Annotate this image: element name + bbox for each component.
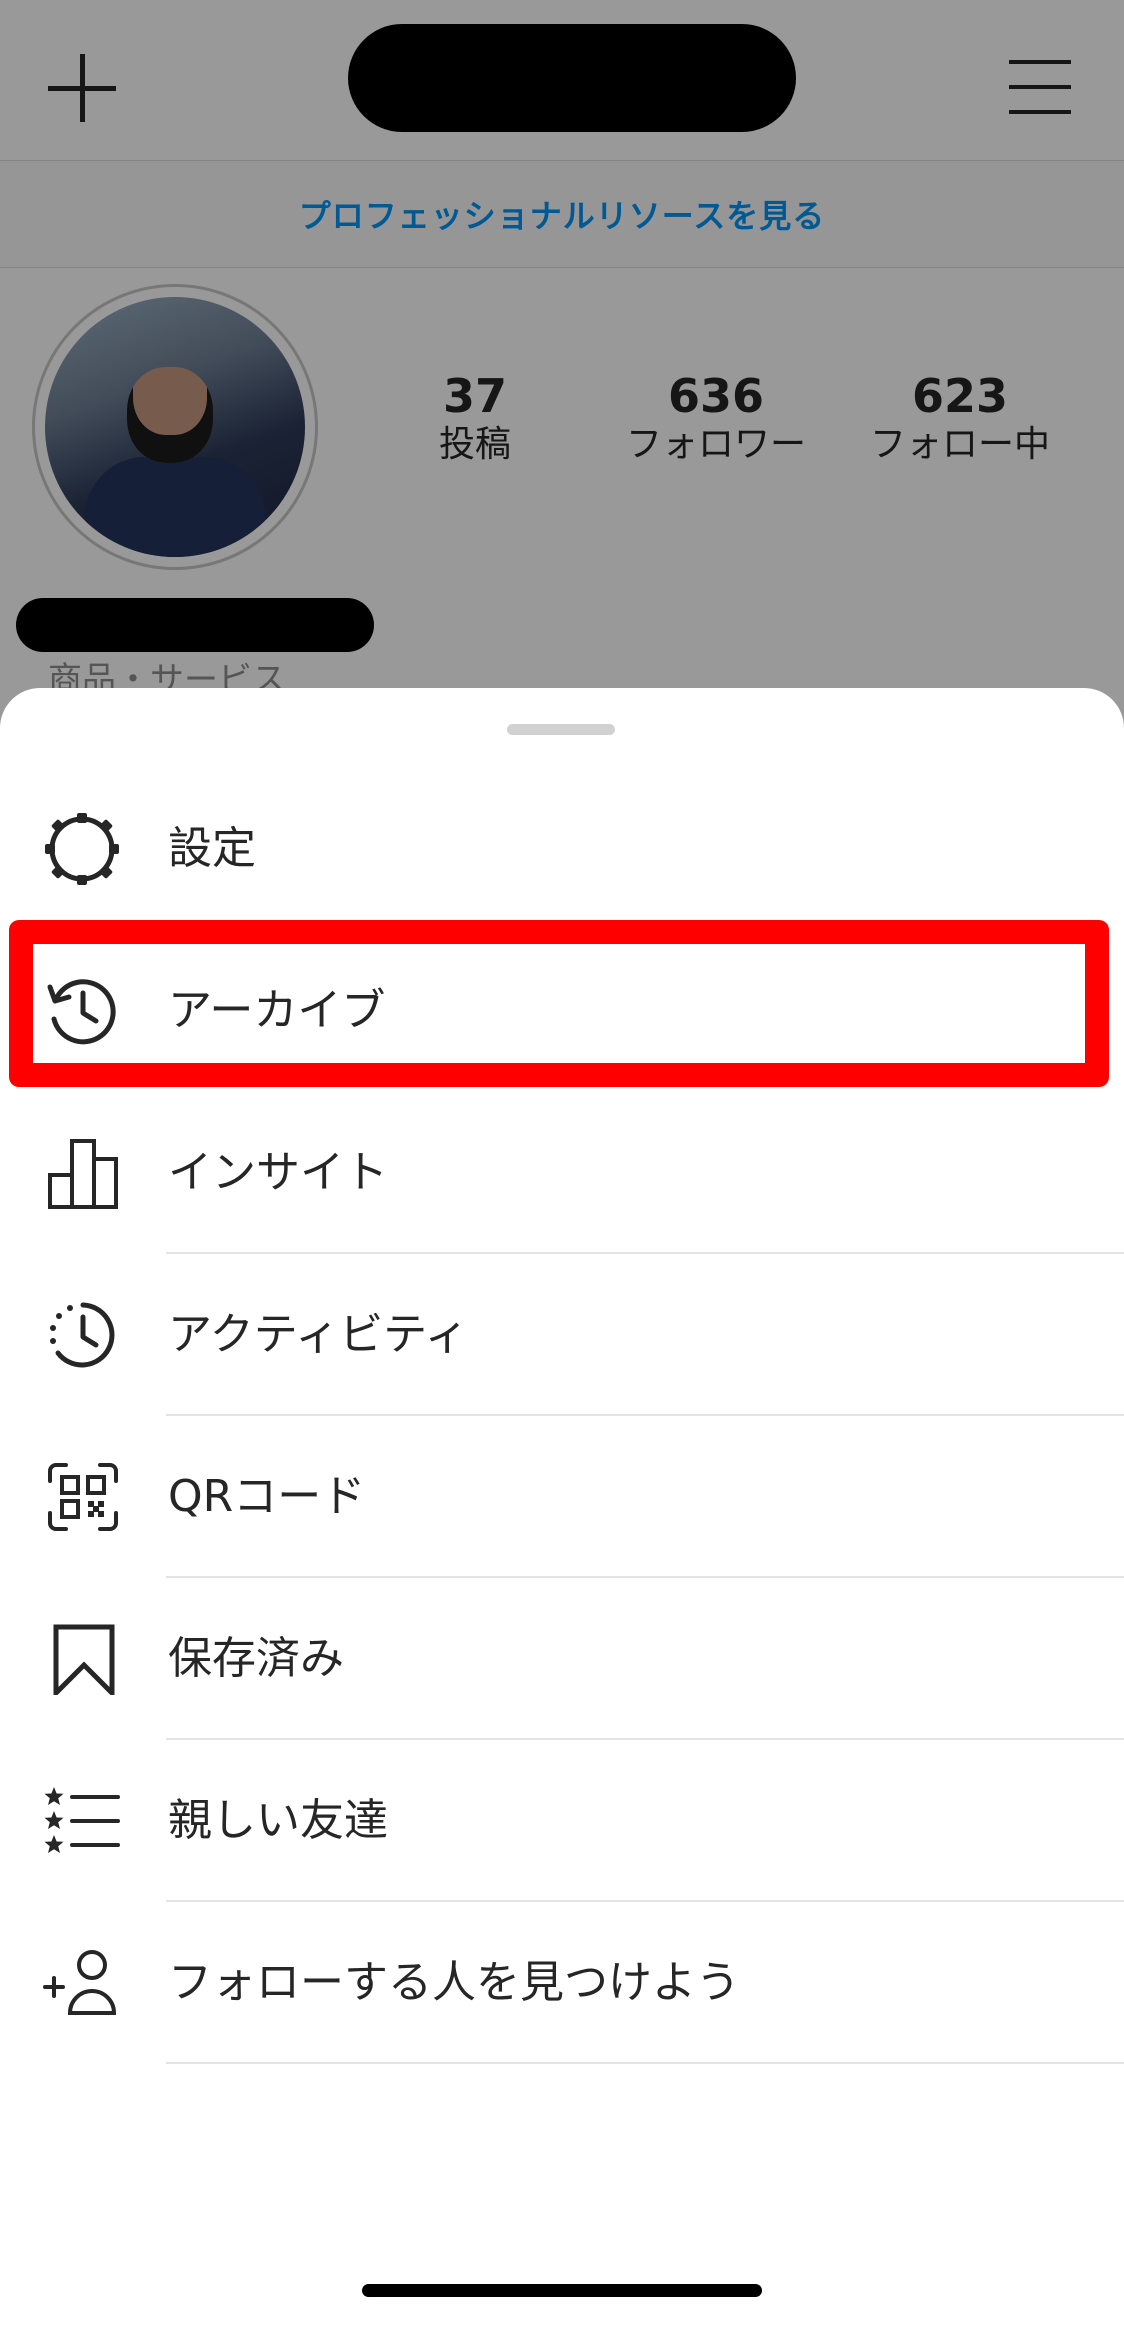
menu-item-archive[interactable]: アーカイブ <box>0 930 1124 1092</box>
bookmark-icon <box>42 1623 124 1695</box>
menu-item-activity[interactable]: アクティビティ <box>0 1254 1124 1416</box>
menu-item-label: 保存済み <box>168 1633 344 1684</box>
menu-item-label: アーカイブ <box>168 985 386 1036</box>
menu-item-saved[interactable]: 保存済み <box>0 1578 1124 1740</box>
menu-item-close-friends[interactable]: 親しい友達 <box>0 1740 1124 1902</box>
menu-item-qr-code[interactable]: QRコード <box>0 1416 1124 1578</box>
qr-code-icon <box>42 1461 124 1533</box>
menu-item-label: QRコード <box>168 1471 366 1522</box>
activity-clock-icon <box>42 1299 124 1371</box>
menu-item-label: インサイト <box>168 1147 388 1198</box>
add-person-icon <box>42 1947 124 2019</box>
menu-item-insights[interactable]: インサイト <box>0 1092 1124 1254</box>
gear-icon <box>42 813 124 885</box>
home-indicator[interactable] <box>362 2284 762 2297</box>
archive-clock-icon <box>42 975 124 1047</box>
menu-divider <box>166 2062 1124 2064</box>
sheet-grabber[interactable] <box>507 724 615 735</box>
bar-chart-icon <box>42 1137 124 1209</box>
menu-item-label: 設定 <box>168 823 256 874</box>
menu-item-label: 親しい友達 <box>168 1795 388 1846</box>
menu-item-discover-people[interactable]: フォローする人を見つけよう <box>0 1902 1124 2064</box>
star-list-icon <box>42 1785 124 1857</box>
screen: プロフェッショナルリソースを見る 37 投稿 636 フォロワー 623 フォロ… <box>0 0 1124 2325</box>
menu-item-label: アクティビティ <box>168 1309 469 1360</box>
menu-item-label: フォローする人を見つけよう <box>168 1957 740 2008</box>
menu-sheet: 設定 アーカイブ インサイト アクティビティ QRコード 保存済み 親しい友達 … <box>0 688 1124 2325</box>
menu-item-settings[interactable]: 設定 <box>0 768 1124 930</box>
